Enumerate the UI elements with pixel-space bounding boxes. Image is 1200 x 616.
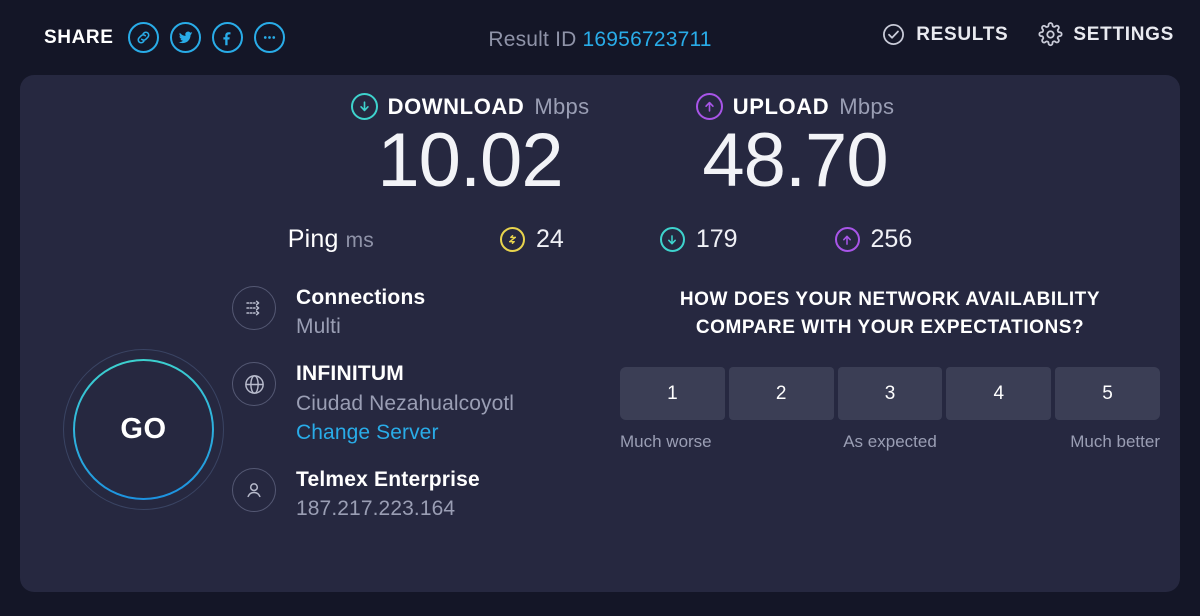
ping-upload: 256 bbox=[834, 225, 913, 254]
result-panel: DOWNLOAD Mbps 10.02 UPLOAD Mbps 48.70 Pi… bbox=[20, 75, 1180, 592]
connections-title: Connections bbox=[296, 286, 426, 309]
ping-download-value: 179 bbox=[695, 225, 738, 253]
rating-option-3[interactable]: 3 bbox=[837, 367, 943, 421]
download-label: DOWNLOAD bbox=[387, 93, 525, 119]
arrow-down-circle-icon bbox=[350, 93, 378, 120]
speedtest-result-page: SHARE Result ID 16956723711 RESULTS SETT… bbox=[0, 0, 1200, 616]
info-row-connections: Connections Multi bbox=[232, 284, 652, 339]
upload-unit: Mbps bbox=[839, 93, 895, 119]
info-row-isp: Telmex Enterprise 187.217.223.164 bbox=[232, 466, 652, 521]
ping-label: Ping bbox=[287, 225, 339, 253]
upload-value: 48.70 bbox=[702, 118, 888, 203]
result-id-value[interactable]: 16956723711 bbox=[583, 28, 712, 51]
rating-option-5[interactable]: 5 bbox=[1055, 367, 1160, 421]
header-bar: SHARE Result ID 16956723711 RESULTS SETT… bbox=[0, 0, 1200, 76]
rating-option-4[interactable]: 4 bbox=[946, 367, 1052, 421]
ping-download: 179 bbox=[659, 225, 738, 254]
rating-scale-labels: Much worse As expected Much better bbox=[620, 432, 1160, 458]
isp-text: Telmex Enterprise 187.217.223.164 bbox=[296, 466, 480, 521]
header-actions: RESULTS SETTINGS bbox=[881, 22, 1174, 47]
download-value: 10.02 bbox=[377, 118, 563, 203]
scale-label-mid: As expected bbox=[843, 432, 937, 452]
results-button[interactable]: RESULTS bbox=[881, 22, 1008, 47]
info-row-server: INFINITUM Ciudad Nezahualcoyotl Change S… bbox=[232, 360, 652, 444]
server-text: INFINITUM Ciudad Nezahualcoyotl Change S… bbox=[296, 360, 514, 444]
latency-download-icon bbox=[659, 227, 685, 252]
rating-scale: 1 2 3 4 5 bbox=[620, 367, 1160, 421]
upload-result: UPLOAD Mbps 48.70 bbox=[645, 93, 945, 200]
go-label: GO bbox=[120, 413, 167, 445]
survey-question: HOW DOES YOUR NETWORK AVAILABILITY COMPA… bbox=[620, 286, 1160, 342]
network-survey: HOW DOES YOUR NETWORK AVAILABILITY COMPA… bbox=[620, 286, 1160, 458]
connections-text: Connections Multi bbox=[296, 284, 425, 339]
speed-results: DOWNLOAD Mbps 10.02 UPLOAD Mbps 48.70 bbox=[20, 93, 1180, 218]
result-id-label: Result ID bbox=[488, 28, 577, 51]
rating-option-2[interactable]: 2 bbox=[728, 367, 834, 421]
arrow-up-circle-icon bbox=[695, 93, 723, 120]
upload-header: UPLOAD Mbps bbox=[645, 93, 945, 120]
latency-upload-icon bbox=[834, 227, 860, 252]
connection-info: Connections Multi INFINITUM Ciudad Nezah… bbox=[232, 284, 652, 542]
ping-idle-value: 24 bbox=[536, 225, 564, 253]
scale-label-high: Much better bbox=[1070, 432, 1160, 452]
server-name: INFINITUM bbox=[296, 362, 404, 386]
ping-upload-value: 256 bbox=[870, 225, 913, 253]
settings-button[interactable]: SETTINGS bbox=[1038, 22, 1174, 47]
latency-idle-icon bbox=[500, 227, 525, 252]
go-gradient-ring: GO bbox=[73, 359, 214, 500]
server-location: Ciudad Nezahualcoyotl bbox=[296, 391, 515, 415]
check-circle-icon bbox=[881, 22, 906, 47]
rating-option-1[interactable]: 1 bbox=[620, 367, 725, 421]
survey-question-line1: HOW DOES YOUR NETWORK AVAILABILITY bbox=[679, 289, 1101, 310]
go-inner-disc: GO bbox=[75, 361, 212, 498]
connections-multi-icon bbox=[232, 286, 276, 330]
settings-label: SETTINGS bbox=[1073, 23, 1174, 45]
connections-value: Multi bbox=[296, 315, 341, 339]
ping-unit: ms bbox=[345, 229, 374, 252]
ping-results: Ping ms 24 179 256 bbox=[20, 225, 1180, 254]
download-result: DOWNLOAD Mbps 10.02 bbox=[320, 93, 620, 200]
scale-label-low: Much worse bbox=[620, 432, 712, 452]
ping-idle: 24 bbox=[500, 225, 564, 254]
ping-label-group: Ping ms bbox=[288, 225, 374, 254]
results-label: RESULTS bbox=[916, 23, 1009, 45]
upload-label: UPLOAD bbox=[732, 93, 830, 119]
download-unit: Mbps bbox=[534, 93, 590, 119]
isp-name: Telmex Enterprise bbox=[296, 467, 480, 491]
download-header: DOWNLOAD Mbps bbox=[320, 93, 620, 120]
globe-icon bbox=[232, 362, 276, 407]
change-server-link[interactable]: Change Server bbox=[296, 421, 514, 445]
user-icon bbox=[232, 467, 276, 512]
gear-icon bbox=[1038, 22, 1063, 47]
survey-question-line2: COMPARE WITH YOUR EXPECTATIONS? bbox=[695, 317, 1085, 339]
go-button[interactable]: GO bbox=[43, 330, 243, 530]
isp-ip-address: 187.217.223.164 bbox=[296, 496, 456, 520]
